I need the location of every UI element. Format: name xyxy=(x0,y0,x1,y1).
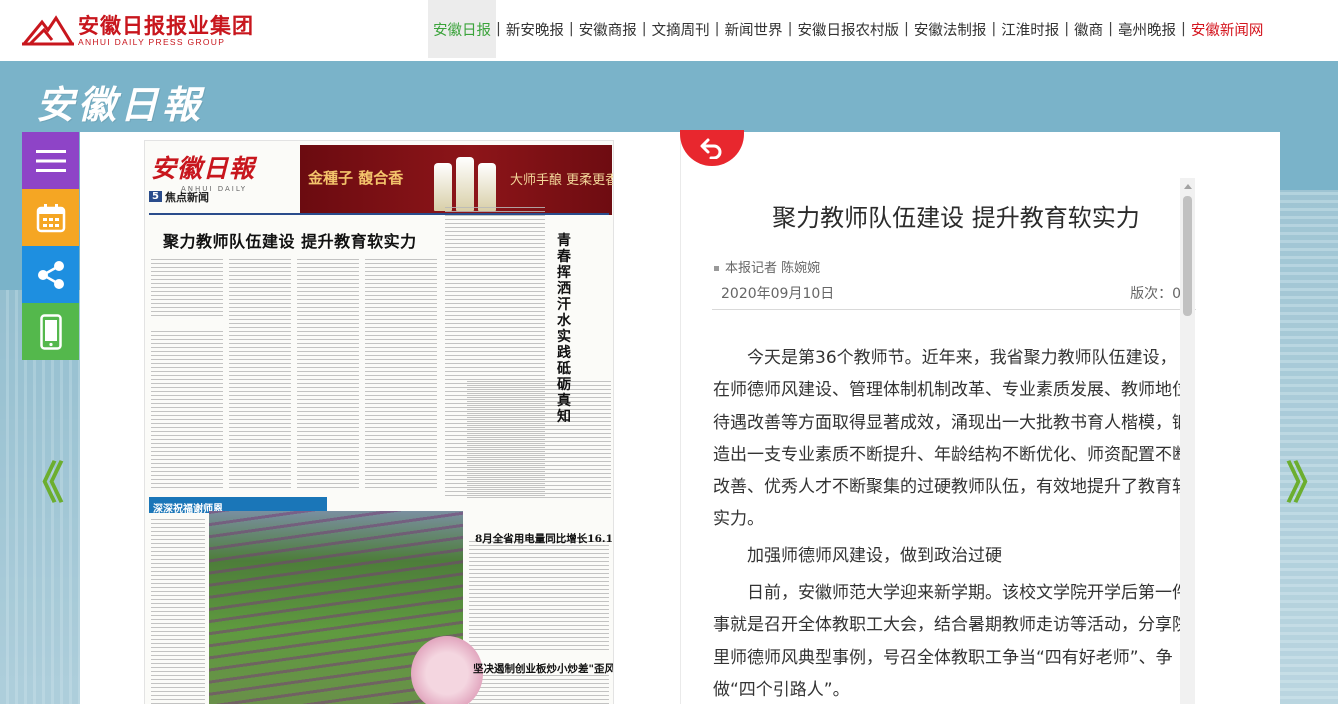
article-scrollbar[interactable] xyxy=(1180,178,1195,704)
nav-item-news-world[interactable]: 新闻世界 xyxy=(720,0,788,58)
liquor-bottles-icon xyxy=(430,151,500,211)
calendar-button[interactable] xyxy=(22,189,79,246)
brand-logo[interactable]: 安徽日报报业集团 ANHUI DAILY PRESS GROUP xyxy=(22,12,254,50)
nav-item-legal-daily[interactable]: 安徽法制报 xyxy=(909,0,992,58)
newspaper-vertical-headline[interactable]: 青春挥洒汗水 实践砥砺真知 xyxy=(557,233,577,425)
newspaper-text-column[interactable] xyxy=(297,259,359,489)
top-nav: 安徽日报 | 新安晚报 | 安徽商报 | 文摘周刊 | 新闻世界 | 安徽日报农… xyxy=(428,0,1268,61)
share-icon xyxy=(37,260,64,289)
mobile-button[interactable] xyxy=(22,303,79,360)
masthead-title: 安徽日報 xyxy=(36,82,205,127)
nav-item-rural-edition[interactable]: 安徽日报农村版 xyxy=(792,0,904,58)
newspaper-text-column[interactable] xyxy=(151,331,223,489)
scroll-up-button[interactable] xyxy=(1180,178,1195,193)
top-bar: 安徽日报报业集团 ANHUI DAILY PRESS GROUP 安徽日报 | … xyxy=(0,0,1338,61)
press-group-logo-icon xyxy=(22,15,74,46)
newspaper-subhead[interactable]: 坚决遏制创业板炒小炒差"歪风" xyxy=(473,661,613,676)
mobile-icon xyxy=(39,313,62,350)
newspaper-text-column[interactable] xyxy=(229,259,291,489)
divider xyxy=(712,309,1196,310)
article-paragraph: 日前，安徽师范大学迎来新学期。该校文学院开学后第一件事就是召开全体教职工大会，结… xyxy=(713,583,1189,700)
newspaper-text-column[interactable] xyxy=(365,259,437,489)
caret-up-icon xyxy=(1183,183,1192,189)
nav-item-digest-weekly[interactable]: 文摘周刊 xyxy=(647,0,715,58)
article-subheading: 加强师德师风建设，做到政治过硬 xyxy=(747,545,1002,566)
newspaper-text-column[interactable] xyxy=(151,519,205,704)
city-skyline-right xyxy=(1280,190,1338,704)
previous-page-button[interactable]: 《 xyxy=(20,462,64,506)
return-arrow-icon xyxy=(700,138,722,159)
nav-item-anhui-news-net[interactable]: 安徽新闻网 xyxy=(1186,0,1269,58)
calendar-icon xyxy=(36,203,65,232)
article-body: 今天是第36个教师节。近年来，我省聚力教师队伍建设，在师德师风建设、管理体制机制… xyxy=(713,342,1189,704)
newspaper-section-label: 5 焦点新闻 xyxy=(149,191,209,204)
brand-name: 安徽日报报业集团 xyxy=(78,12,254,38)
newspaper-page-image[interactable]: 安徽日報 ANHUI DAILY 金種子 馥合香 大师手酿 更柔更香 5 焦点新闻… xyxy=(144,140,614,704)
newspaper-headline[interactable]: 聚力教师队伍建设 提升教育软实力 xyxy=(163,228,417,252)
side-toolbar xyxy=(22,132,79,360)
menu-button[interactable] xyxy=(22,132,79,189)
nav-item-jianghuai-times[interactable]: 江淮时报 xyxy=(996,0,1064,58)
nav-item-anhui-business[interactable]: 安徽商报 xyxy=(574,0,642,58)
newspaper-subhead[interactable]: 8月全省用电量同比增长16.1% xyxy=(475,531,613,546)
newspaper-text-column[interactable] xyxy=(151,259,223,319)
article-date: 2020年09月10日 xyxy=(721,286,835,302)
newspaper-text-column[interactable] xyxy=(469,675,609,704)
newspaper-viewer: 安徽日報 ANHUI DAILY 金種子 馥合香 大师手酿 更柔更香 5 焦点新闻… xyxy=(80,132,680,704)
menu-icon xyxy=(35,149,66,172)
next-page-button[interactable]: 》 xyxy=(1286,462,1330,506)
article-title: 聚力教师队伍建设 提升教育软实力 xyxy=(772,204,1140,232)
bullet-square-icon xyxy=(714,266,719,271)
nav-item-anhui-daily[interactable]: 安徽日报 xyxy=(428,0,496,58)
newspaper-advertisement: 金種子 馥合香 大师手酿 更柔更香 xyxy=(300,145,613,215)
newspaper-text-column[interactable] xyxy=(469,541,609,651)
nav-item-huishang[interactable]: 徽商 xyxy=(1069,0,1108,58)
nav-item-bozhou-evening[interactable]: 亳州晚报 xyxy=(1113,0,1181,58)
newspaper-text-column[interactable] xyxy=(467,381,611,501)
article-author: 本报记者 陈婉婉 xyxy=(714,257,820,276)
nav-item-xinan-evening[interactable]: 新安晚报 xyxy=(501,0,569,58)
brand-english: ANHUI DAILY PRESS GROUP xyxy=(78,36,226,47)
article-paragraph: 今天是第36个教师节。近年来，我省聚力教师队伍建设，在师德师风建设、管理体制机制… xyxy=(713,348,1189,530)
reader-frame: 安徽日報 ANHUI DAILY 金種子 馥合香 大师手酿 更柔更香 5 焦点新闻… xyxy=(80,130,1280,704)
share-button[interactable] xyxy=(22,246,79,303)
scroll-thumb[interactable] xyxy=(1183,196,1192,316)
